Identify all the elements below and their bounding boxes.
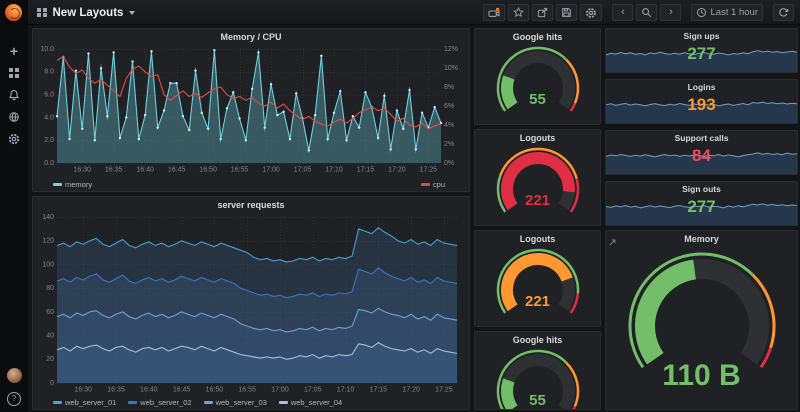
panel-gauge-logouts-1: Logouts 221 [474,129,601,226]
legend: web_server_01 web_server_02 web_server_03 w… [53,398,445,407]
refresh-button[interactable] [773,4,794,21]
star-button[interactable] [508,4,529,21]
panel-title[interactable]: Sign ups [606,29,797,42]
stat-value: 277 [606,44,797,64]
time-range-picker[interactable]: Last 1 hour [691,4,763,21]
help-icon[interactable]: ? [0,390,28,408]
gauge[interactable] [478,44,598,122]
panel-links-icon[interactable] [609,233,616,251]
legend-item[interactable]: web_server_02 [128,398,191,407]
gauge-value: 110 B [606,359,797,393]
legend: memory cpu [53,180,445,189]
gauge[interactable] [478,246,598,324]
panel-title[interactable]: server requests [33,197,469,212]
time-range-label: Last 1 hour [710,7,758,18]
dashboard-squares-icon [37,8,47,18]
clock-icon [696,7,707,18]
legend-item-cpu[interactable]: cpu [421,180,445,189]
gauge[interactable] [478,145,598,223]
panel-title[interactable]: Sign outs [606,182,797,195]
tv-mode-button[interactable] [483,4,505,21]
panel-title[interactable]: Memory / CPU [33,29,469,44]
dashboards-icon[interactable] [0,64,28,82]
gauge-value: 55 [475,91,600,108]
stat-value: 277 [606,197,797,217]
panel-title[interactable]: Logins [606,80,797,93]
configuration-gear-icon[interactable] [0,130,28,148]
zoom-out-button[interactable] [636,4,657,21]
panel-title[interactable]: Support calls [606,131,797,144]
panel-stat-sign-outs: Sign outs 277 [605,181,798,226]
chevron-right-icon: › [669,7,673,19]
gauge-value: 55 [475,392,600,409]
explore-globe-icon[interactable] [0,108,28,126]
stat-value: 84 [606,146,797,166]
panel-title[interactable]: Google hits [475,29,600,44]
user-avatar[interactable] [0,366,28,384]
gauge-value: 221 [475,293,600,310]
stat-value: 193 [606,95,797,115]
panel-gauge-logouts-2: Logouts 221 [474,230,601,327]
panel-title[interactable]: Logouts [475,130,600,145]
panel-title[interactable]: Logouts [475,231,600,246]
time-forward-button[interactable]: › [660,4,681,21]
save-button[interactable] [556,4,577,21]
panel-stat-logins: Logins 193 [605,79,798,124]
panel-title[interactable]: Memory [606,231,797,246]
time-back-button[interactable]: ‹ [612,4,633,21]
settings-gear-button[interactable] [580,4,602,21]
panel-memory-cpu: Memory / CPU memory cpu [32,28,470,192]
grafana-logo-icon[interactable] [5,4,22,21]
panel-stat-sign-ups: Sign ups 277 [605,28,798,73]
alerting-bell-icon[interactable] [0,86,28,104]
refresh-icon [778,7,789,18]
share-button[interactable] [532,4,553,21]
panel-title[interactable]: Google hits [475,332,600,347]
create-icon[interactable]: + [0,42,28,60]
top-navbar: New Layouts ‹ [28,0,800,25]
gauge-value: 221 [475,192,600,209]
panel-server-requests: server requests web_server_01web_server_… [32,196,470,410]
panel-gauge-google-hits-2: Google hits 55 [474,331,601,410]
panel-gauge-memory: Memory 110 B [605,230,798,410]
chevron-down-icon[interactable] [129,11,135,15]
dashboard-grid: Memory / CPU memory cpu server requests … [28,25,800,412]
sidebar: + ? [0,0,28,412]
memory-cpu-chart[interactable] [33,44,467,176]
legend-item[interactable]: web_server_03 [204,398,267,407]
panel-gauge-google-hits: Google hits 55 [474,28,601,125]
legend-item-memory[interactable]: memory [53,180,92,189]
legend-item[interactable]: web_server_04 [279,398,342,407]
server-requests-chart[interactable] [33,212,467,396]
legend-item[interactable]: web_server_01 [53,398,116,407]
dashboard-title[interactable]: New Layouts [53,7,124,19]
panel-stat-support-calls: Support calls 84 [605,130,798,175]
chevron-left-icon: ‹ [621,7,625,19]
